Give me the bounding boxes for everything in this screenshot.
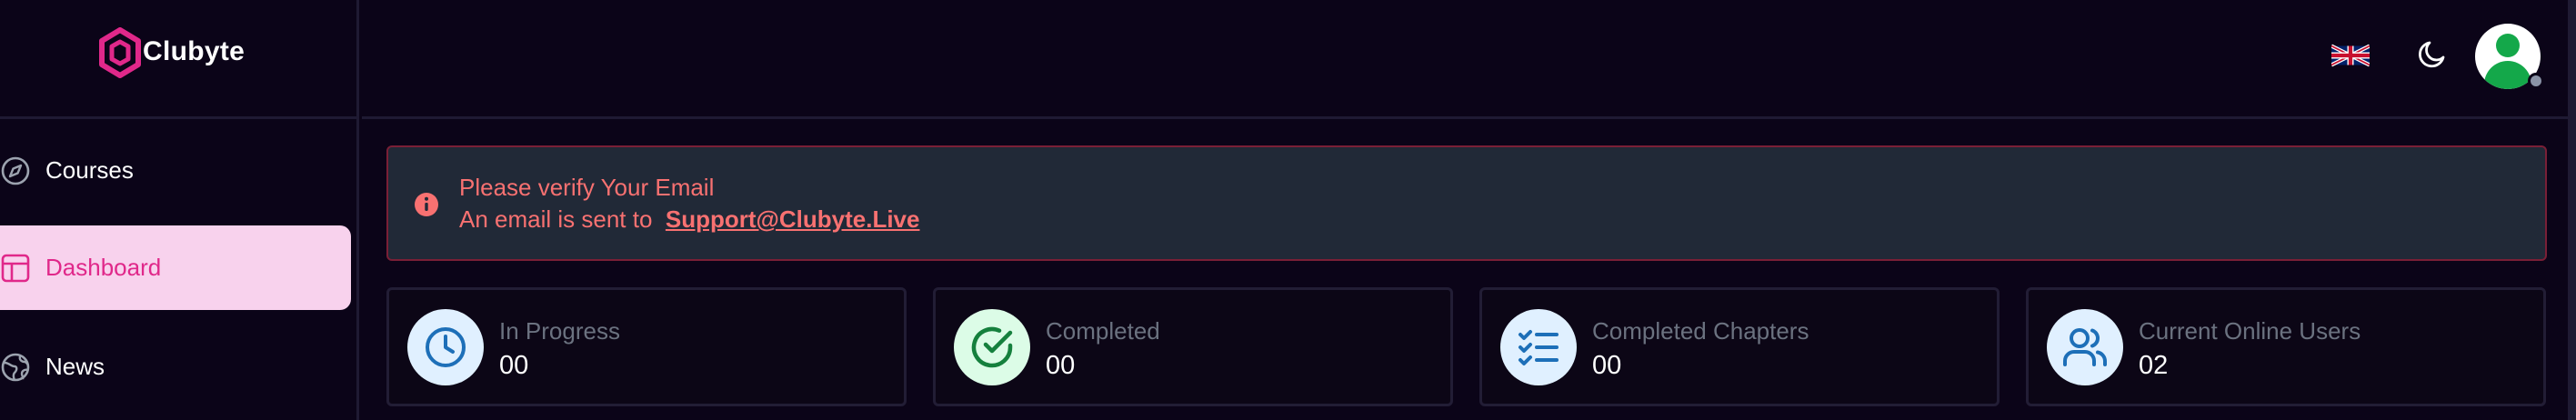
- list-checks-icon: [1519, 330, 1559, 365]
- sidebar-item-dashboard[interactable]: Dashboard: [0, 225, 351, 310]
- stat-value: 00: [1592, 351, 1622, 380]
- compass-icon: [1, 156, 30, 185]
- sidebar-item-courses[interactable]: Courses: [0, 128, 351, 213]
- support-email-link[interactable]: Support@Clubyte.Live: [666, 205, 920, 233]
- stat-card-completed-chapters: Completed Chapters 00: [1479, 287, 2000, 406]
- stat-value: 00: [499, 351, 529, 380]
- clock-icon: [426, 327, 466, 367]
- stat-label: In Progress: [499, 317, 620, 345]
- sidebar-item-label: Dashboard: [45, 254, 162, 281]
- stat-icon-circle: [1500, 309, 1577, 385]
- stat-icon-circle: [954, 309, 1030, 385]
- status-indicator: [2528, 73, 2544, 89]
- alert-message: An email is sent to Support@Clubyte.Live: [459, 205, 919, 234]
- stat-value: 02: [2139, 351, 2169, 380]
- check-circle-icon: [971, 326, 1013, 368]
- stat-card-in-progress: In Progress 00: [386, 287, 907, 406]
- alert-message-text: An email is sent to: [459, 205, 659, 233]
- app-root: Clubyte Courses Dashboard News Please ve…: [0, 0, 2576, 420]
- stat-card-completed: Completed 00: [933, 287, 1453, 406]
- stat-label: Current Online Users: [2139, 317, 2361, 345]
- uk-flag-icon[interactable]: [2331, 42, 2370, 69]
- stat-icon-circle: [407, 309, 484, 385]
- stat-value: 00: [1046, 351, 1076, 380]
- stat-label: Completed Chapters: [1592, 317, 1809, 345]
- sidebar-item-label: Courses: [45, 156, 134, 184]
- globe-icon: [1, 353, 30, 381]
- users-icon: [2063, 328, 2107, 366]
- verify-email-alert: Please verify Your Email An email is sen…: [386, 145, 2547, 261]
- brand[interactable]: Clubyte: [0, 0, 359, 119]
- info-icon: [415, 193, 438, 216]
- user-avatar-button[interactable]: [2475, 24, 2544, 89]
- layout-icon: [1, 254, 30, 282]
- sidebar: Clubyte Courses Dashboard News: [0, 0, 359, 420]
- moon-icon[interactable]: [2415, 36, 2450, 71]
- top-bar: [362, 0, 2576, 119]
- sidebar-item-label: News: [45, 353, 105, 380]
- alert-title: Please verify Your Email: [459, 174, 715, 201]
- stat-label: Completed: [1046, 317, 1160, 345]
- brand-name: Clubyte: [143, 36, 246, 66]
- page-scrollbar[interactable]: [2568, 0, 2576, 420]
- stat-icon-circle: [2047, 309, 2123, 385]
- sidebar-item-news[interactable]: News: [0, 325, 351, 409]
- stat-card-current-online-users: Current Online Users 02: [2026, 287, 2546, 406]
- clubyte-logo-icon: [99, 27, 141, 78]
